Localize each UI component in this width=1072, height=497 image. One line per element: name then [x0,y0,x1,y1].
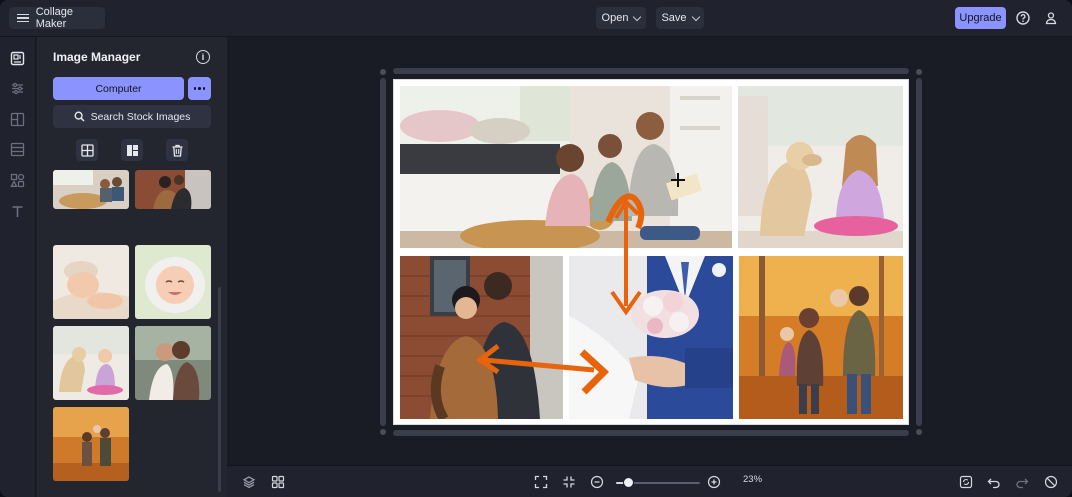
more-sources-button[interactable] [188,77,211,100]
layers-icon [242,476,256,489]
collage-board [393,79,909,425]
auto-fill-button[interactable] [121,139,143,161]
rail-background[interactable] [9,141,26,158]
refresh-icon [959,475,973,489]
help-button[interactable] [1012,7,1034,29]
image-manager-panel: Image Manager i Computer Search Stock Im… [37,37,227,497]
rail-adjustments[interactable] [9,80,26,97]
top-bar: Collage Maker Open Save Upgrade [0,0,1072,37]
add-to-grid-button[interactable] [76,139,98,161]
chevron-down-icon [691,12,700,21]
upload-computer-button[interactable]: Computer [53,77,184,100]
help-icon [1016,11,1030,25]
reset-icon [1044,475,1058,489]
save-label: Save [661,12,687,24]
rail-layout[interactable] [9,111,26,128]
app-title: Collage Maker [35,6,74,30]
grid-button[interactable] [268,472,288,492]
fit-screen-button[interactable] [531,472,551,492]
thumbnail-baby-smiling[interactable] [135,245,211,319]
zoom-out-button[interactable] [587,472,607,492]
undo-button[interactable] [984,472,1004,492]
grid-icon [271,475,285,489]
image-manager-icon [10,51,25,66]
rail-image-manager[interactable] [9,50,26,67]
swap-arrows-overlay [475,193,645,395]
app-menu-button[interactable]: Collage Maker [9,6,105,30]
background-icon [10,142,25,157]
add-to-grid-icon [80,143,94,157]
panel-title: Image Manager [53,50,141,64]
zoom-level: 23% [743,474,763,485]
zoom-in-button[interactable] [704,472,724,492]
zoom-in-icon [707,475,721,489]
tool-rail [0,37,36,497]
panel-scrollbar[interactable] [218,287,221,492]
text-icon [12,206,23,217]
trash-icon [172,144,182,157]
thumbnail-family-dog[interactable] [53,170,129,209]
thumbnail-family-autumn[interactable] [53,407,129,481]
rail-elements[interactable] [9,172,26,189]
collage-maker-app: Collage Maker Open Save Upgrade Image Ma… [0,0,1072,497]
redo-icon [1016,478,1029,489]
layout-icon [10,112,25,127]
adjustments-icon [12,82,23,95]
image-thumbnails [53,170,211,497]
user-icon [1045,12,1057,25]
menu-icon [17,13,29,23]
zoom-out-icon [590,475,604,489]
auto-fill-icon [126,144,138,156]
refresh-button[interactable] [956,472,976,492]
rail-text[interactable] [9,203,26,220]
search-label: Search Stock Images [90,110,191,123]
thumbnail-baby-sleeping[interactable] [53,245,129,319]
undo-icon [987,478,1000,489]
delete-images-button[interactable] [166,139,188,161]
elements-icon [10,173,25,188]
zoom-slider-handle[interactable] [622,477,634,488]
thumbnail-couple-brick[interactable] [135,170,211,209]
info-icon[interactable]: i [196,50,210,64]
reset-button[interactable] [1041,472,1061,492]
chevron-down-icon [633,12,642,21]
move-cursor-icon [671,173,685,187]
open-label: Open [601,12,629,24]
actual-size-icon [563,476,575,488]
thumbnail-girl-dog[interactable] [53,326,129,400]
upgrade-button[interactable]: Upgrade [955,7,1006,29]
save-button[interactable]: Save [656,7,704,29]
thumbnail-couple-kiss[interactable] [135,326,211,400]
layers-button[interactable] [239,472,259,492]
bottom-bar [227,465,1072,497]
search-stock-images-button[interactable]: Search Stock Images [53,105,211,128]
open-button[interactable]: Open [596,7,646,29]
search-icon [74,111,85,122]
fit-screen-icon [534,475,548,489]
account-button[interactable] [1040,7,1062,29]
redo-button[interactable] [1012,472,1032,492]
actual-size-button[interactable] [559,472,579,492]
